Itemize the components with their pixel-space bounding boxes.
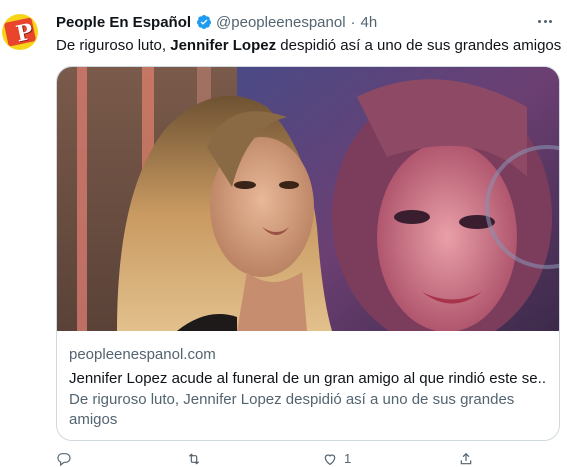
more-icon[interactable] [538,11,552,31]
link-card[interactable]: peopleenespanol.com Jennifer Lopez acude… [56,66,560,441]
card-image [57,67,559,331]
retweet-icon [188,453,200,465]
tweet-text-end: despidió así a uno de sus grandes amigos [276,37,562,54]
share-icon [460,452,472,465]
tweet-text-start: De riguroso luto, [56,37,171,54]
people-logo-icon: P [3,17,37,48]
card-description: De riguroso luto, Jennifer Lopez despidi… [69,391,515,428]
verified-badge-icon [197,15,212,29]
card-title: Jennifer Lopez acude al funeral de un gr… [69,370,547,387]
reply-icon [57,453,71,467]
card-domain: peopleenespanol.com [69,346,216,363]
tweet-text: De riguroso luto, Jennifer Lopez despidi… [56,36,561,56]
card-text: peopleenespanol.com Jennifer Lopez acude… [69,345,547,430]
author-handle[interactable]: @peopleenespanol [216,14,346,31]
tweet-text-bold: Jennifer Lopez [170,37,277,54]
separator-dot: · [350,13,356,31]
tweet-timestamp[interactable]: 4h [361,14,378,31]
author-name[interactable]: People En Español [56,14,191,31]
heart-icon [324,454,336,466]
like-count: 1 [344,451,352,466]
tweet-header: People En Español @peopleenespanol · 4h [56,12,377,32]
avatar[interactable]: P [2,14,38,50]
